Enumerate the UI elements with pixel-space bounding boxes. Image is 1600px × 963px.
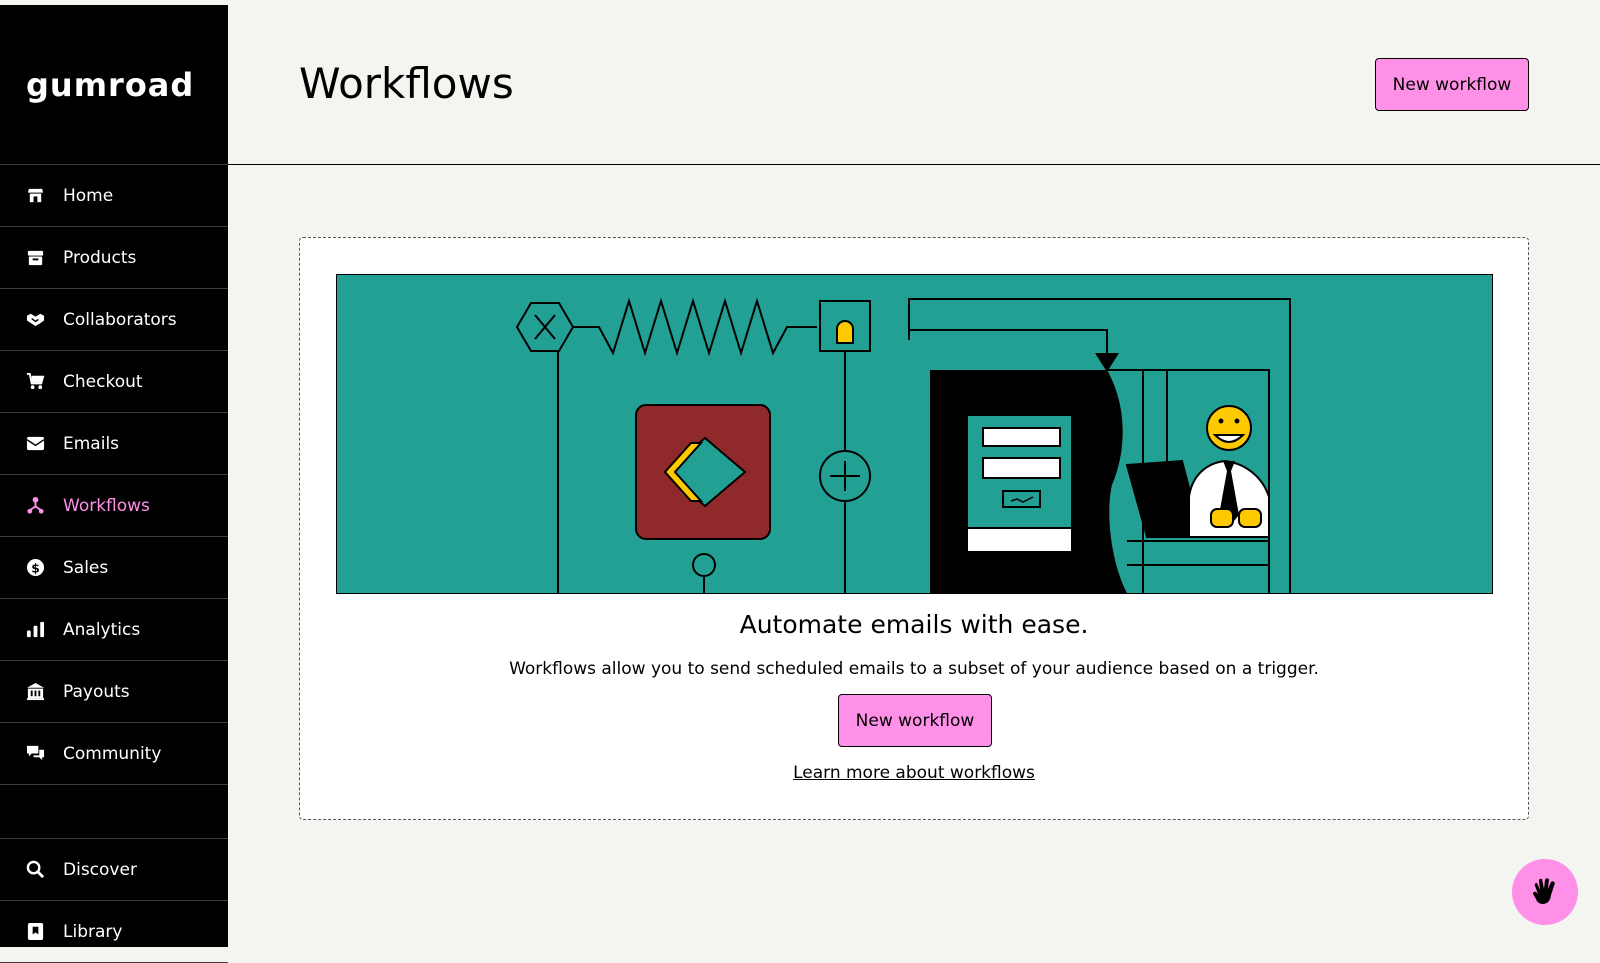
sidebar-item-collaborators[interactable]: Collaborators (0, 289, 228, 351)
sidebar-item-payouts[interactable]: Payouts (0, 661, 228, 723)
new-workflow-button[interactable]: New workflow (1375, 58, 1529, 111)
dollar-circle-icon: $ (26, 558, 45, 577)
sidebar-item-sales[interactable]: $ Sales (0, 537, 228, 599)
sidebar-item-emails[interactable]: Emails (0, 413, 228, 475)
sidebar-item-label: Sales (63, 557, 109, 578)
store-icon (26, 186, 45, 205)
sidebar-item-label: Analytics (63, 619, 141, 640)
sidebar-item-label: Payouts (63, 681, 130, 702)
empty-state-title: Automate emails with ease. (739, 610, 1089, 639)
workflow-illustration (336, 274, 1493, 594)
sidebar-item-label: Library (63, 921, 123, 942)
empty-state-description: Workflows allow you to send scheduled em… (509, 659, 1319, 679)
bookmark-icon (26, 922, 45, 941)
sidebar-item-label: Products (63, 247, 137, 268)
sidebar-item-label: Community (63, 743, 162, 764)
sidebar-item-label: Emails (63, 433, 120, 454)
learn-more-link[interactable]: Learn more about workflows (793, 763, 1035, 783)
page-title: Workflows (299, 59, 514, 108)
sidebar-item-analytics[interactable]: Analytics (0, 599, 228, 661)
handshake-icon (26, 310, 45, 329)
search-icon (26, 860, 45, 879)
sidebar-item-library[interactable]: Library (0, 901, 228, 963)
sidebar-spacer (0, 785, 228, 839)
chat-icon (26, 744, 45, 763)
cart-icon (26, 372, 45, 391)
sidebar-item-label: Workflows (63, 495, 150, 516)
sidebar-item-workflows[interactable]: Workflows (0, 475, 228, 537)
workflows-empty-state: Automate emails with ease. Workflows all… (299, 237, 1529, 820)
sidebar-item-label: Home (63, 185, 114, 206)
envelope-icon (26, 434, 45, 453)
gumroad-logo[interactable]: gumroad (0, 5, 228, 165)
svg-text:$: $ (31, 561, 40, 575)
archive-icon (26, 248, 45, 267)
logo-text: gumroad (26, 65, 195, 104)
bar-chart-icon (26, 620, 45, 639)
sidebar: gumroad Home Products Collaborators Chec… (0, 5, 228, 963)
help-widget-button[interactable] (1512, 859, 1578, 925)
sidebar-item-label: Checkout (63, 371, 143, 392)
sidebar-item-community[interactable]: Community (0, 723, 228, 785)
sidebar-item-label: Discover (63, 859, 137, 880)
new-workflow-button-empty-state[interactable]: New workflow (838, 694, 992, 747)
learn-more-container: Learn more about workflows (300, 763, 1528, 783)
bank-icon (26, 682, 45, 701)
hand-wave-icon (1530, 877, 1560, 907)
sidebar-item-products[interactable]: Products (0, 227, 228, 289)
workflow-icon (26, 496, 45, 515)
sidebar-item-discover[interactable]: Discover (0, 839, 228, 901)
sidebar-item-label: Collaborators (63, 309, 177, 330)
sidebar-item-home[interactable]: Home (0, 165, 228, 227)
sidebar-item-checkout[interactable]: Checkout (0, 351, 228, 413)
page-header: Workflows New workflow (228, 0, 1600, 165)
